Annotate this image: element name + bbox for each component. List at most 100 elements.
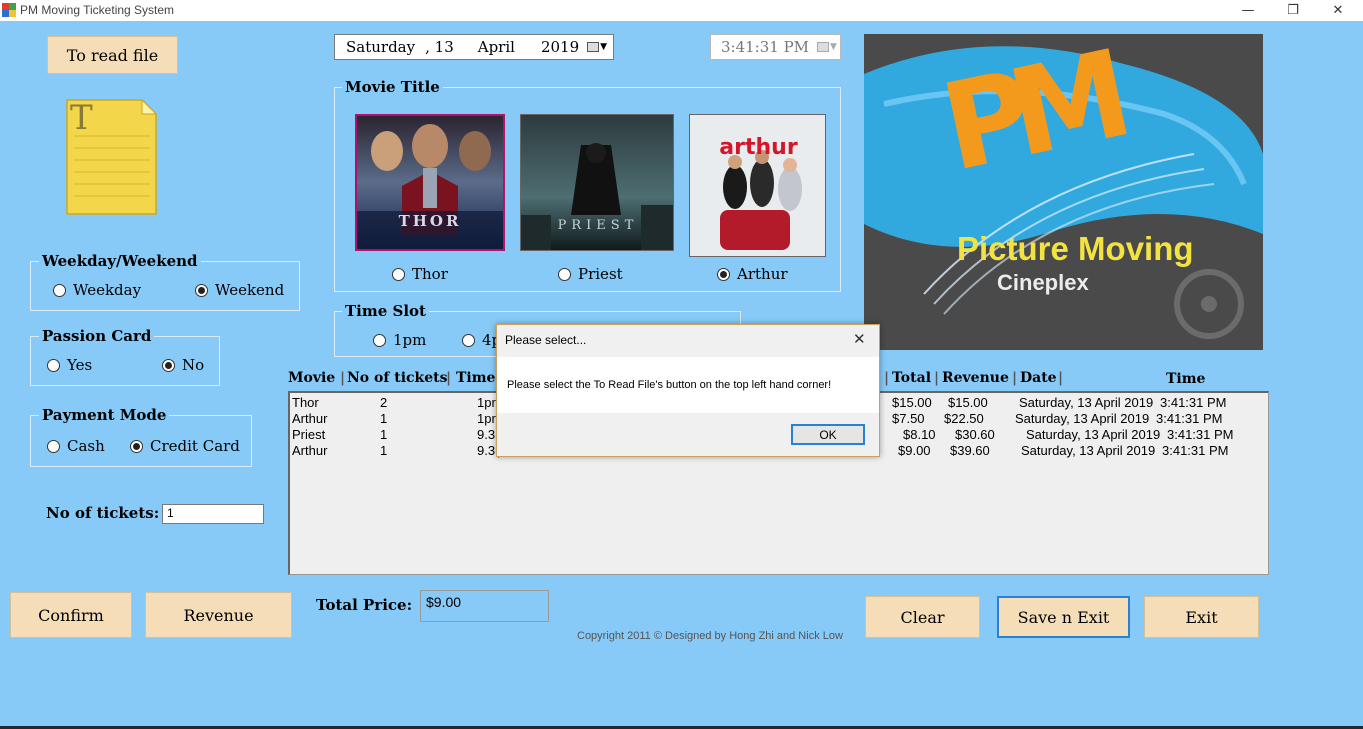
calendar-icon[interactable] [587,42,600,52]
dialog-body: Please select the To Read File's button … [497,357,879,413]
cell-date: Saturday, 13 April 2019 [1015,411,1150,426]
radio-passion-no[interactable]: No [162,356,204,374]
cell-total: $9.00 [898,443,931,458]
calendar-icon [817,42,830,52]
restore-button[interactable]: ❐ [1270,0,1316,21]
radio-button-indicator[interactable] [47,358,60,372]
header-tickets: No of tickets [347,370,448,386]
dialog-close-icon[interactable]: ✕ [853,330,866,348]
radio-button-indicator[interactable] [462,333,475,347]
payment-mode-group: Payment Mode Cash Credit Card [30,406,252,467]
cell-tickets: 1 [380,411,388,426]
header-movie: Movie [288,370,336,386]
logo-subtitle: Cineplex [997,270,1089,295]
radio-button-indicator[interactable] [558,267,571,281]
close-button[interactable]: ✕ [1315,0,1361,21]
radio-cash-label: Cash [67,437,105,455]
header-separator: | [1012,370,1018,386]
cell-tickets: 1 [380,443,388,458]
header-separator: | [446,370,452,386]
radio-priest-label: Priest [578,265,623,283]
radio-button-indicator[interactable] [162,358,175,372]
text-file-icon[interactable]: T [64,98,158,216]
radio-priest[interactable]: Priest [558,265,623,283]
radio-arthur-label: Arthur [737,265,788,283]
save-exit-button[interactable]: Save n Exit [997,596,1130,638]
date-month: April [477,38,515,56]
cell-total: $15.00 [892,395,932,410]
radio-credit-card[interactable]: Credit Card [130,437,240,455]
time-picker[interactable]: 3:41:31 PM ▼ [710,34,841,60]
total-price-value: $9.00 [420,590,549,622]
header-date: Date [1020,370,1057,386]
app-icon [2,3,16,17]
cell-tickets: 1 [380,427,388,442]
weekday-weekend-label: Weekday/Weekend [39,252,201,270]
radio-credit-card-label: Credit Card [150,437,240,455]
radio-weekend[interactable]: Weekend [195,281,284,299]
radio-arthur[interactable]: Arthur [717,265,788,283]
arthur-poster-title: arthur [719,135,798,160]
weekday-weekend-group: Weekday/Weekend Weekday Weekend [30,252,300,311]
radio-button-indicator[interactable] [373,333,386,347]
cell-date: Saturday, 13 April 2019 [1019,395,1154,410]
header-clock: Time [1166,371,1206,387]
priest-poster-title: PRIEST [557,218,639,233]
thor-poster[interactable]: THOR [355,114,505,251]
radio-passion-yes[interactable]: Yes [47,356,92,374]
movie-title-label: Movie Title [342,78,443,96]
cell-total: $8.10 [903,427,936,442]
logo-letters: PM [931,34,1124,199]
radio-cash[interactable]: Cash [47,437,105,455]
tickets-input[interactable]: 1 [162,504,264,524]
radio-button-indicator[interactable] [47,439,60,453]
priest-poster[interactable]: PRIEST [520,114,674,251]
cell-total: $7.50 [892,411,925,426]
confirm-button[interactable]: Confirm [10,592,132,638]
header-separator: | [934,370,940,386]
minimize-button[interactable]: — [1225,0,1271,21]
cell-movie: Priest [292,427,326,442]
read-file-button[interactable]: To read file [47,36,178,74]
radio-button-indicator[interactable] [717,267,730,281]
cell-revenue: $22.50 [944,411,984,426]
copyright-text: Copyright 2011 © Designed by Hong Zhi an… [577,630,843,642]
cell-date: Saturday, 13 April 2019 [1026,427,1161,442]
tickets-label: No of tickets: [46,504,160,522]
cineplex-logo: PM Picture Moving Cineplex [864,34,1263,350]
cell-time: 1pr [477,411,496,426]
arthur-poster[interactable]: arthur [689,114,826,257]
radio-thor[interactable]: Thor [392,265,448,283]
radio-1pm[interactable]: 1pm [373,331,426,349]
radio-passion-no-label: No [182,356,205,374]
cell-movie: Arthur [292,443,328,458]
dialog-ok-button[interactable]: OK [791,424,865,445]
radio-button-indicator[interactable] [195,283,208,297]
radio-button-indicator[interactable] [53,283,66,297]
date-picker[interactable]: Saturday , 13 April 2019 ▼ [334,34,614,60]
message-dialog: Please select... ✕ Please select the To … [496,324,880,457]
radio-1pm-label: 1pm [393,331,427,349]
radio-weekday[interactable]: Weekday [53,281,141,299]
cell-clock: 3:41:31 PM [1162,443,1229,458]
time-value: 3:41:31 PM [721,38,810,56]
radio-button-indicator[interactable] [392,267,405,281]
chevron-down-icon: ▼ [600,42,608,52]
radio-button-indicator[interactable] [130,439,143,453]
cell-tickets: 2 [380,395,388,410]
cell-clock: 3:41:31 PM [1156,411,1223,426]
header-separator: | [340,370,346,386]
clear-button[interactable]: Clear [865,596,980,638]
title-bar [0,0,1363,21]
revenue-button[interactable]: Revenue [145,592,292,638]
thor-poster-title: THOR [398,212,462,230]
dialog-message: Please select the To Read File's button … [507,379,832,391]
chevron-down-icon: ▼ [830,42,837,52]
radio-weekend-label: Weekend [215,281,285,299]
time-slot-label: Time Slot [342,302,429,320]
logo-title: Picture Moving [957,230,1194,267]
cell-revenue: $15.00 [948,395,988,410]
radio-weekday-label: Weekday [73,281,142,299]
header-separator: | [884,370,890,386]
exit-button[interactable]: Exit [1144,596,1259,638]
